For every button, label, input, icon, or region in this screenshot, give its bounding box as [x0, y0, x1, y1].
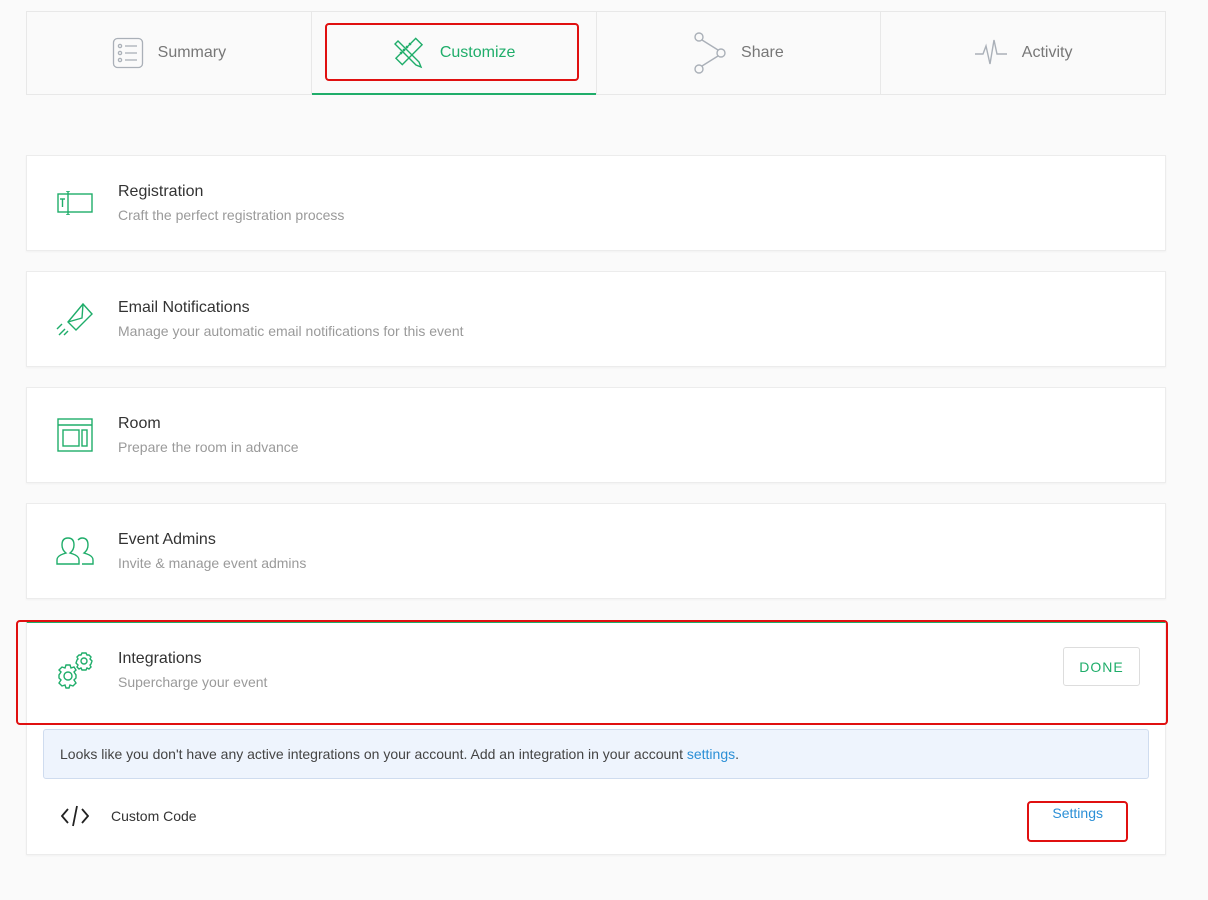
users-icon [56, 537, 94, 565]
pencil-ruler-icon [393, 37, 423, 69]
section-event-admins[interactable]: Event Admins Invite & manage event admin… [26, 503, 1166, 599]
tab-label: Share [741, 44, 784, 61]
tab-customize[interactable]: Customize [311, 12, 597, 95]
tab-share[interactable]: Share [597, 12, 882, 94]
notice-text: Looks like you don't have any active int… [60, 746, 683, 762]
section-subtitle: Supercharge your event [118, 674, 268, 690]
pulse-icon [974, 39, 1007, 65]
notice-end: . [735, 746, 739, 762]
custom-code-label: Custom Code [111, 808, 197, 824]
section-subtitle: Craft the perfect registration process [118, 207, 345, 223]
section-registration[interactable]: Registration Craft the perfect registrat… [26, 155, 1166, 251]
room-layout-icon [57, 418, 93, 452]
tab-label: Activity [1021, 44, 1073, 61]
section-title: Event Admins [118, 531, 216, 548]
section-title: Email Notifications [118, 299, 250, 316]
done-button[interactable]: DONE [1063, 647, 1140, 686]
settings-link[interactable]: settings [687, 746, 735, 762]
section-subtitle: Prepare the room in advance [118, 439, 299, 455]
gears-icon [58, 652, 93, 689]
section-title: Integrations [118, 650, 202, 667]
section-subtitle: Invite & manage event admins [118, 555, 307, 571]
section-title: Room [118, 415, 161, 432]
tab-activity[interactable]: Activity [881, 12, 1165, 94]
tab-label: Summary [157, 44, 227, 61]
share-icon [694, 32, 726, 74]
section-email-notifications[interactable]: Email Notifications Manage your automati… [26, 271, 1166, 367]
code-icon [61, 805, 89, 827]
custom-code-row: Custom Code Settings [27, 779, 1165, 853]
list-icon [112, 37, 143, 69]
custom-code-settings-button[interactable]: Settings [1052, 805, 1103, 821]
tab-label: Customize [439, 44, 516, 61]
paper-plane-icon [56, 302, 93, 336]
no-integrations-notice: Looks like you don't have any active int… [43, 729, 1149, 779]
section-room[interactable]: Room Prepare the room in advance [26, 387, 1166, 483]
tab-bar: Summary Customize Share Activity [26, 11, 1166, 95]
section-integrations: Integrations Supercharge your event DONE… [26, 621, 1166, 855]
section-title: Registration [118, 183, 204, 200]
tab-summary[interactable]: Summary [27, 12, 312, 94]
section-subtitle: Manage your automatic email notification… [118, 323, 464, 339]
registration-form-icon [57, 191, 93, 215]
